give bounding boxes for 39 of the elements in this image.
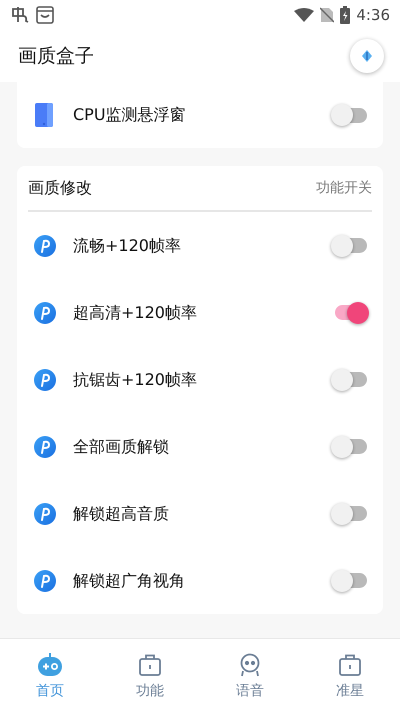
battery-icon — [340, 6, 350, 24]
phone-icon — [35, 103, 53, 127]
toggle-switch[interactable] — [331, 234, 369, 258]
diamond-icon — [361, 50, 373, 62]
nav-tab[interactable]: 功能 — [100, 639, 200, 711]
gamepad-icon — [37, 653, 63, 677]
app-logo-icon — [34, 302, 56, 324]
briefcase-icon — [338, 653, 362, 677]
nav-tab[interactable]: 语音 — [200, 639, 300, 711]
app-logo-icon — [34, 436, 56, 458]
nav-tab[interactable]: 首页 — [0, 639, 100, 711]
toggle-switch[interactable] — [331, 368, 369, 392]
no-sim-icon — [320, 7, 334, 23]
wifi-icon — [294, 8, 314, 22]
action-button[interactable] — [350, 39, 384, 73]
toggle-switch[interactable] — [331, 103, 369, 127]
app-logo-icon — [34, 570, 56, 592]
setting-label: 超高清+120帧率 — [73, 302, 198, 324]
section-title: 画质修改 — [28, 177, 93, 199]
app-logo-icon — [34, 368, 56, 390]
mail-icon — [36, 6, 54, 24]
toggle-switch[interactable] — [331, 568, 369, 592]
setting-label: 解锁超高音质 — [73, 502, 170, 524]
toggle-switch[interactable] — [331, 502, 369, 526]
robot-face-icon — [238, 653, 262, 677]
setting-label: CPU监测悬浮窗 — [73, 104, 187, 126]
status-time: 4:36 — [356, 4, 390, 26]
app-logo-icon — [34, 234, 56, 256]
nav-tab[interactable]: 准星 — [300, 639, 400, 711]
bug-icon — [10, 6, 30, 24]
setting-label: 解锁超广角视角 — [73, 570, 186, 592]
section-action: 功能开关 — [316, 178, 372, 198]
toggle-switch[interactable] — [331, 434, 369, 458]
setting-label: 全部画质解锁 — [73, 436, 170, 458]
setting-label: 抗锯齿+120帧率 — [73, 368, 198, 390]
app-logo-icon — [34, 502, 56, 524]
setting-label: 流畅+120帧率 — [73, 234, 182, 256]
briefcase-icon — [138, 653, 162, 677]
app-title: 画质盒子 — [18, 44, 95, 69]
